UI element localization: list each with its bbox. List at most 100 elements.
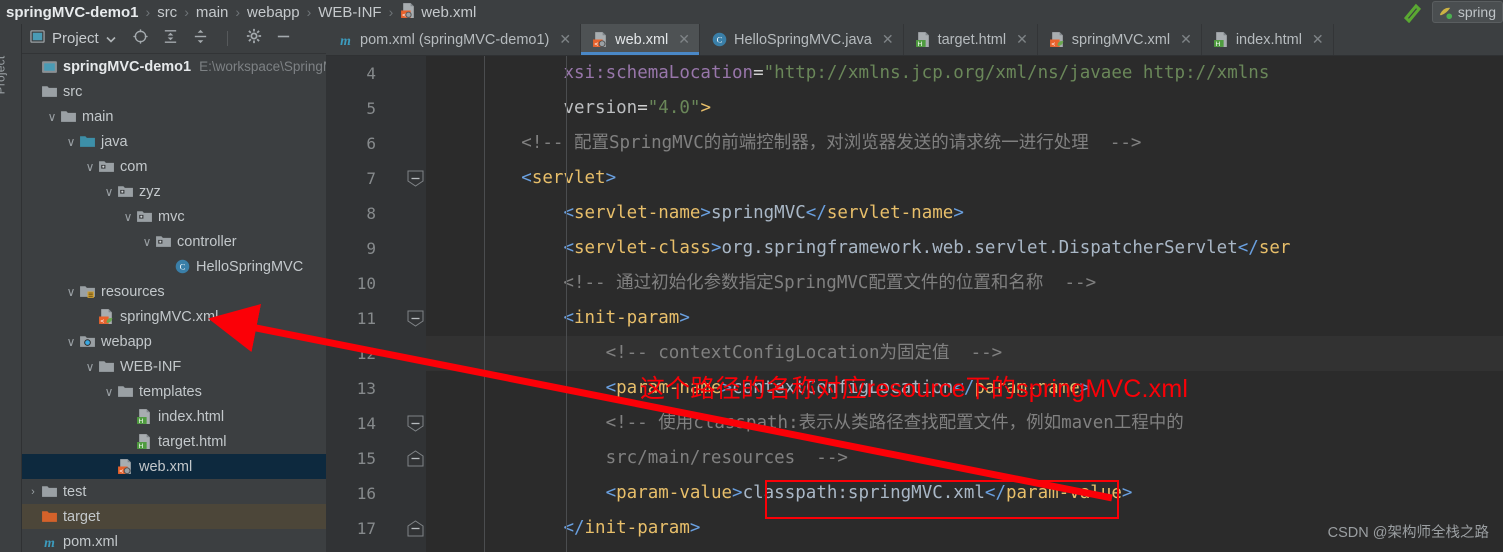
chevron-down-icon[interactable]	[106, 30, 116, 47]
tree-item-target[interactable]: target	[22, 504, 326, 529]
tree-item-controller[interactable]: ∨ controller	[22, 229, 326, 254]
code-line[interactable]: <!-- 通过初始化参数指定SpringMVC配置文件的位置和名称 -->	[426, 266, 1503, 301]
project-tree[interactable]: springMVC-demo1 E:\workspace\SpringM src ∨ m…	[22, 54, 326, 552]
line-number: 13	[356, 379, 376, 398]
expand-all-icon[interactable]	[162, 28, 179, 50]
editor-tab-web-xml[interactable]: < web.xml ✕	[581, 24, 701, 55]
build-project-button[interactable]	[1394, 0, 1432, 24]
code-line[interactable]: <servlet-name>springMVC</servlet-name>	[426, 196, 1503, 231]
locate-file-icon[interactable]	[132, 28, 149, 50]
breadcrumb-item-project[interactable]: springMVC-demo1	[6, 4, 139, 21]
tree-item-springmvc-xml[interactable]: < springMVC.xml	[22, 304, 326, 329]
breadcrumb-item-webapp[interactable]: webapp	[247, 4, 300, 21]
close-icon[interactable]: ✕	[1180, 31, 1192, 48]
breadcrumb-item-main[interactable]: main	[196, 4, 229, 21]
tree-expand-arrow[interactable]: ›	[26, 486, 40, 498]
tree-expand-arrow[interactable]: ∨	[140, 235, 154, 249]
tree-expand-arrow[interactable]: ∨	[64, 285, 78, 299]
code-line[interactable]: <!-- 配置SpringMVC的前端控制器，对浏览器发送的请求统一进行处理 -…	[426, 126, 1503, 161]
settings-gear-icon[interactable]	[246, 28, 262, 49]
editor-gutter[interactable]: 4 5 6 7 8 9 10 11 12 13 14 15 16 17	[326, 56, 482, 552]
tree-item-webapp[interactable]: ∨ webapp	[22, 329, 326, 354]
tree-expand-arrow[interactable]: ∨	[45, 110, 59, 124]
code-viewport[interactable]: 4 5 6 7 8 9 10 11 12 13 14 15 16 17 xsi:schemaLocatio…	[326, 56, 1503, 552]
tree-item-test[interactable]: › test	[22, 479, 326, 504]
project-view-selector[interactable]: Project	[30, 29, 116, 48]
run-configuration-selector[interactable]: spring	[1431, 1, 1503, 23]
code-line[interactable]: xsi:schemaLocation="http://xmlns.jcp.org…	[426, 56, 1503, 91]
editor-tab-index-html[interactable]: Hindex.html ✕	[1202, 24, 1334, 55]
tree-expand-arrow[interactable]: ∨	[64, 335, 78, 349]
fold-expand-icon[interactable]	[407, 520, 424, 537]
breadcrumb-separator: ›	[145, 4, 151, 20]
tree-expand-arrow[interactable]: ∨	[102, 185, 116, 199]
tree-item-mvc[interactable]: ∨ mvc	[22, 204, 326, 229]
breadcrumb-item-webxml[interactable]: web.xml	[421, 4, 476, 21]
fold-collapse-icon[interactable]	[407, 170, 424, 187]
tree-item-templates[interactable]: ∨ templates	[22, 379, 326, 404]
tree-item-src[interactable]: src	[22, 79, 326, 104]
tree-item-main[interactable]: ∨ main	[22, 104, 326, 129]
java-class-icon: C	[712, 32, 727, 47]
package-icon	[135, 208, 153, 225]
tool-window-button-project[interactable]: Project	[0, 56, 7, 95]
source-folder-icon	[79, 136, 95, 147]
code-line[interactable]: <!-- contextConfigLocation为固定值 -->	[426, 336, 1503, 371]
editor-tab-pom-xml-springmvc-demo1-[interactable]: m pom.xml (springMVC-demo1) ✕	[326, 24, 582, 55]
tree-item-hellospringmvc[interactable]: C HelloSpringMVC	[22, 254, 326, 279]
close-icon[interactable]: ✕	[559, 31, 571, 48]
tree-item-java[interactable]: ∨ java	[22, 129, 326, 154]
code-content[interactable]: xsi:schemaLocation="http://xmlns.jcp.org…	[426, 56, 1503, 552]
resources-folder-icon	[79, 286, 95, 298]
tree-item-target-html[interactable]: Htarget.html	[22, 429, 326, 454]
collapse-all-icon[interactable]	[192, 28, 209, 50]
code-token: "http://xmlns.jcp.org/xml/ns/javaee http…	[763, 63, 1270, 83]
close-icon[interactable]: ✕	[1312, 31, 1324, 48]
fold-expand-icon[interactable]	[407, 450, 424, 467]
hide-panel-icon[interactable]	[275, 28, 292, 50]
tree-item-pom-xml[interactable]: m pom.xml	[22, 529, 326, 552]
fold-collapse-icon[interactable]	[407, 310, 424, 327]
editor-tab-label: pom.xml (springMVC-demo1)	[360, 31, 550, 48]
tree-expand-arrow[interactable]: ∨	[121, 210, 135, 224]
editor-tab-bar[interactable]: m pom.xml (springMVC-demo1) ✕ < web.xml ✕ C Hel…	[326, 24, 1503, 56]
code-line[interactable]: <servlet-class>org.springframework.web.s…	[426, 231, 1503, 266]
editor-tab-springmvc-xml[interactable]: < springMVC.xml ✕	[1038, 24, 1202, 55]
editor-tab-hellospringmvc-java[interactable]: C HelloSpringMVC.java ✕	[700, 24, 904, 55]
tree-item-zyz[interactable]: ∨ zyz	[22, 179, 326, 204]
code-token: >	[605, 168, 617, 188]
tree-expand-arrow[interactable]: ∨	[102, 385, 116, 399]
breadcrumb-item-webinf[interactable]: WEB-INF	[318, 4, 381, 21]
code-line[interactable]: src/main/resources -->	[426, 441, 1503, 476]
code-line[interactable]: <!-- 使用classpath:表示从类路径查找配置文件，例如maven工程中…	[426, 406, 1503, 441]
editor-tab-target-html[interactable]: Htarget.html ✕	[904, 24, 1038, 55]
close-icon[interactable]: ✕	[882, 31, 894, 48]
tree-expand-arrow[interactable]: ∨	[83, 360, 97, 374]
tree-item-resources[interactable]: ∨ resources	[22, 279, 326, 304]
resources-folder-icon	[78, 283, 96, 300]
tree-item-com[interactable]: ∨ com	[22, 154, 326, 179]
tree-expand-arrow[interactable]: ∨	[83, 160, 97, 174]
line-number-column: 4 5 6 7 8 9 10 11 12 13 14 15 16 17	[326, 56, 382, 546]
editor-tab-label: HelloSpringMVC.java	[734, 31, 872, 48]
tree-item-web-inf[interactable]: ∨ WEB-INF	[22, 354, 326, 379]
code-line[interactable]: <servlet>	[426, 161, 1503, 196]
spring-xml-icon: <	[98, 309, 112, 325]
close-icon[interactable]: ✕	[678, 31, 690, 48]
tree-expand-arrow[interactable]: ∨	[64, 135, 78, 149]
code-line[interactable]: version="4.0">	[426, 91, 1503, 126]
tree-item-index-html[interactable]: Hindex.html	[22, 404, 326, 429]
code-line[interactable]: <init-param>	[426, 301, 1503, 336]
package-icon	[154, 233, 172, 250]
tree-item-label: main	[82, 108, 114, 125]
breadcrumb-item-src[interactable]: src	[157, 4, 177, 21]
java-class-icon: C	[173, 258, 191, 275]
tree-item-label: controller	[177, 233, 237, 250]
tree-item-label: web.xml	[139, 458, 193, 475]
tree-item-springmvc-demo1[interactable]: springMVC-demo1 E:\workspace\SpringM	[22, 54, 326, 79]
fold-collapse-icon[interactable]	[407, 415, 424, 432]
code-token: </	[805, 203, 827, 223]
tree-item-web-xml[interactable]: < web.xml	[22, 454, 326, 479]
close-icon[interactable]: ✕	[1016, 31, 1028, 48]
